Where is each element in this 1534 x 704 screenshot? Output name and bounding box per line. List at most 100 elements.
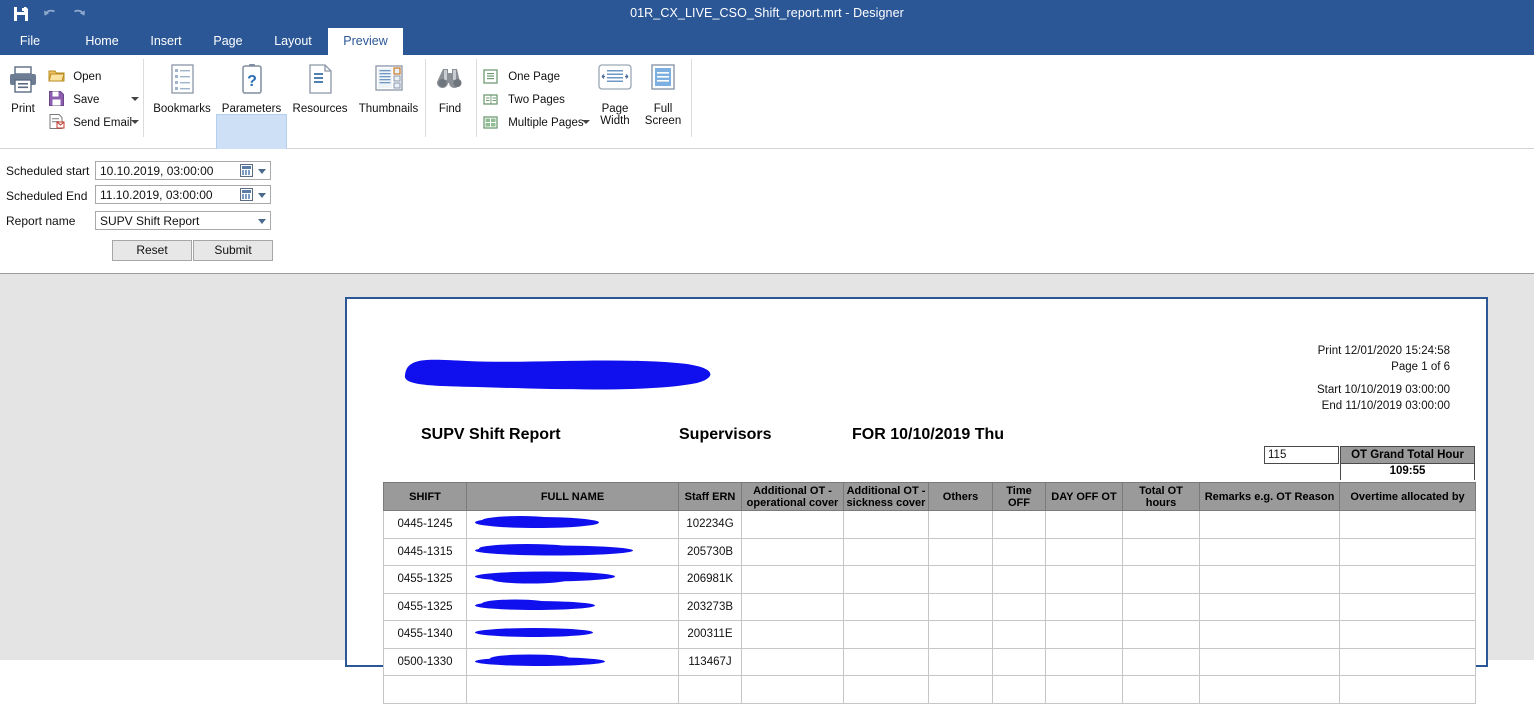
one-page-icon — [483, 69, 500, 86]
table-body: 0445-1245 102234G 0445-1315 205730B 0455… — [383, 510, 1476, 704]
reset-button[interactable]: Reset — [112, 240, 192, 261]
two-pages-icon — [483, 92, 500, 109]
save-button[interactable]: Save — [48, 89, 99, 111]
send-email-label: Send Email — [73, 117, 133, 129]
cell-shift: 0455-1340 — [383, 620, 467, 649]
thumbnails-label: Thumbnails — [358, 103, 419, 115]
cell-time-off — [992, 620, 1046, 649]
column-header-staff-ern: Staff ERN — [678, 482, 742, 511]
cell-time-off — [992, 675, 1046, 704]
multiple-pages-button[interactable]: Multiple Pages — [483, 112, 584, 134]
send-email-button[interactable]: Send Email — [48, 112, 132, 134]
cell-ot-sickness — [843, 565, 929, 594]
find-button[interactable]: Find — [430, 63, 470, 115]
tab-home[interactable]: Home — [72, 28, 132, 55]
report-page: Print 12/01/2020 15:24:58 Page 1 of 6 St… — [345, 297, 1488, 704]
table-row[interactable]: 0455-1325 206981K — [383, 565, 1476, 594]
shift-report-table: SHIFT FULL NAME Staff ERN Additional OT … — [383, 482, 1476, 704]
scheduled-end-input[interactable]: 11.10.2019, 03:00:00 — [95, 185, 271, 204]
open-label: Open — [73, 71, 102, 83]
table-row[interactable]: 0445-1315 205730B — [383, 537, 1476, 566]
chevron-down-icon[interactable] — [258, 193, 266, 198]
page-width-button[interactable]: Page Width — [594, 63, 636, 127]
parameters-button[interactable]: ? Parameters — [220, 63, 283, 115]
cell-shift: 0445-1245 — [383, 510, 467, 539]
column-header-overtime-allocated-by: Overtime allocated by — [1339, 482, 1476, 511]
cell-staff-ern: 200311E — [678, 620, 742, 649]
page-number: Page 1 of 6 — [1391, 361, 1450, 373]
cell-full-name — [466, 565, 679, 594]
report-viewer[interactable]: Print 12/01/2020 15:24:58 Page 1 of 6 St… — [0, 274, 1534, 704]
cell-time-off — [992, 592, 1046, 621]
cell-remarks — [1199, 620, 1340, 649]
table-row[interactable]: 0455-1340 200311E — [383, 620, 1476, 649]
save-chevron-down-icon[interactable] — [131, 97, 139, 101]
tab-layout[interactable]: Layout — [262, 28, 324, 55]
chevron-down-icon[interactable] — [258, 219, 266, 224]
cell-remarks — [1199, 537, 1340, 566]
cell-remarks — [1199, 675, 1340, 704]
scheduled-start-input[interactable]: 10.10.2019, 03:00:00 — [95, 161, 271, 180]
multiple-pages-chevron-down-icon[interactable] — [582, 120, 590, 124]
tab-preview[interactable]: Preview — [328, 28, 403, 55]
cell-total-ot — [1122, 565, 1200, 594]
send-email-chevron-down-icon[interactable] — [131, 120, 139, 124]
cell-shift: 0445-1315 — [383, 537, 467, 566]
full-screen-button[interactable]: Full Screen — [641, 63, 685, 127]
cell-full-name — [466, 675, 679, 704]
print-button[interactable]: Print — [5, 63, 41, 115]
calendar-icon[interactable] — [240, 164, 253, 177]
cell-ot-sickness — [843, 592, 929, 621]
start-datetime: Start 10/10/2019 03:00:00 — [1317, 384, 1450, 396]
redacted-name — [475, 570, 615, 589]
cell-ot-operational — [741, 592, 844, 621]
one-page-button[interactable]: One Page — [483, 66, 560, 88]
cell-day-off-ot — [1045, 592, 1123, 621]
ot-grand-total-value: 109:55 — [1340, 464, 1475, 480]
cell-others — [928, 620, 993, 649]
redacted-name — [475, 597, 595, 616]
group-separator — [476, 59, 477, 137]
cell-ot-operational — [741, 510, 844, 539]
report-name-select[interactable]: SUPV Shift Report — [95, 211, 271, 230]
tab-insert[interactable]: Insert — [138, 28, 194, 55]
cell-shift: 0455-1325 — [383, 592, 467, 621]
cell-ot-operational — [741, 620, 844, 649]
chevron-down-icon[interactable] — [258, 169, 266, 174]
table-row[interactable] — [383, 675, 1476, 704]
bookmarks-button[interactable]: Bookmarks — [152, 63, 212, 115]
calendar-icon[interactable] — [240, 188, 253, 201]
resources-button[interactable]: Resources — [289, 63, 351, 115]
table-row[interactable]: 0500-1330 113467J — [383, 647, 1476, 676]
scheduled-end-label: Scheduled End — [6, 189, 88, 203]
find-label: Find — [438, 103, 462, 115]
cell-allocated-by — [1339, 647, 1476, 676]
cell-allocated-by — [1339, 565, 1476, 594]
cell-day-off-ot — [1045, 647, 1123, 676]
cell-time-off — [992, 537, 1046, 566]
cell-staff-ern: 203273B — [678, 592, 742, 621]
tab-file[interactable]: File — [8, 28, 52, 55]
cell-shift — [383, 675, 467, 704]
table-row[interactable]: 0445-1245 102234G — [383, 510, 1476, 539]
submit-button[interactable]: Submit — [193, 240, 273, 261]
cell-ot-sickness — [843, 647, 929, 676]
cell-ot-operational — [741, 647, 844, 676]
table-row[interactable]: 0455-1325 203273B — [383, 592, 1476, 621]
tab-page[interactable]: Page — [200, 28, 256, 55]
report-name-value: SUPV Shift Report — [100, 214, 200, 228]
column-header-ot-operational: Additional OT - operational cover — [741, 482, 844, 511]
cell-time-off — [992, 510, 1046, 539]
cell-time-off — [992, 565, 1046, 594]
cell-full-name — [466, 537, 679, 566]
cell-total-ot — [1122, 647, 1200, 676]
bookmarks-label: Bookmarks — [153, 103, 211, 115]
cell-remarks — [1199, 565, 1340, 594]
binoculars-find-icon — [430, 63, 470, 103]
open-button[interactable]: Open — [48, 66, 101, 88]
cell-total-ot — [1122, 537, 1200, 566]
cell-full-name — [466, 592, 679, 621]
two-pages-button[interactable]: Two Pages — [483, 89, 565, 111]
ribbon: Print Open Save Send Email Bookmarks ? P… — [0, 55, 1534, 200]
thumbnails-button[interactable]: Thumbnails — [356, 63, 421, 115]
